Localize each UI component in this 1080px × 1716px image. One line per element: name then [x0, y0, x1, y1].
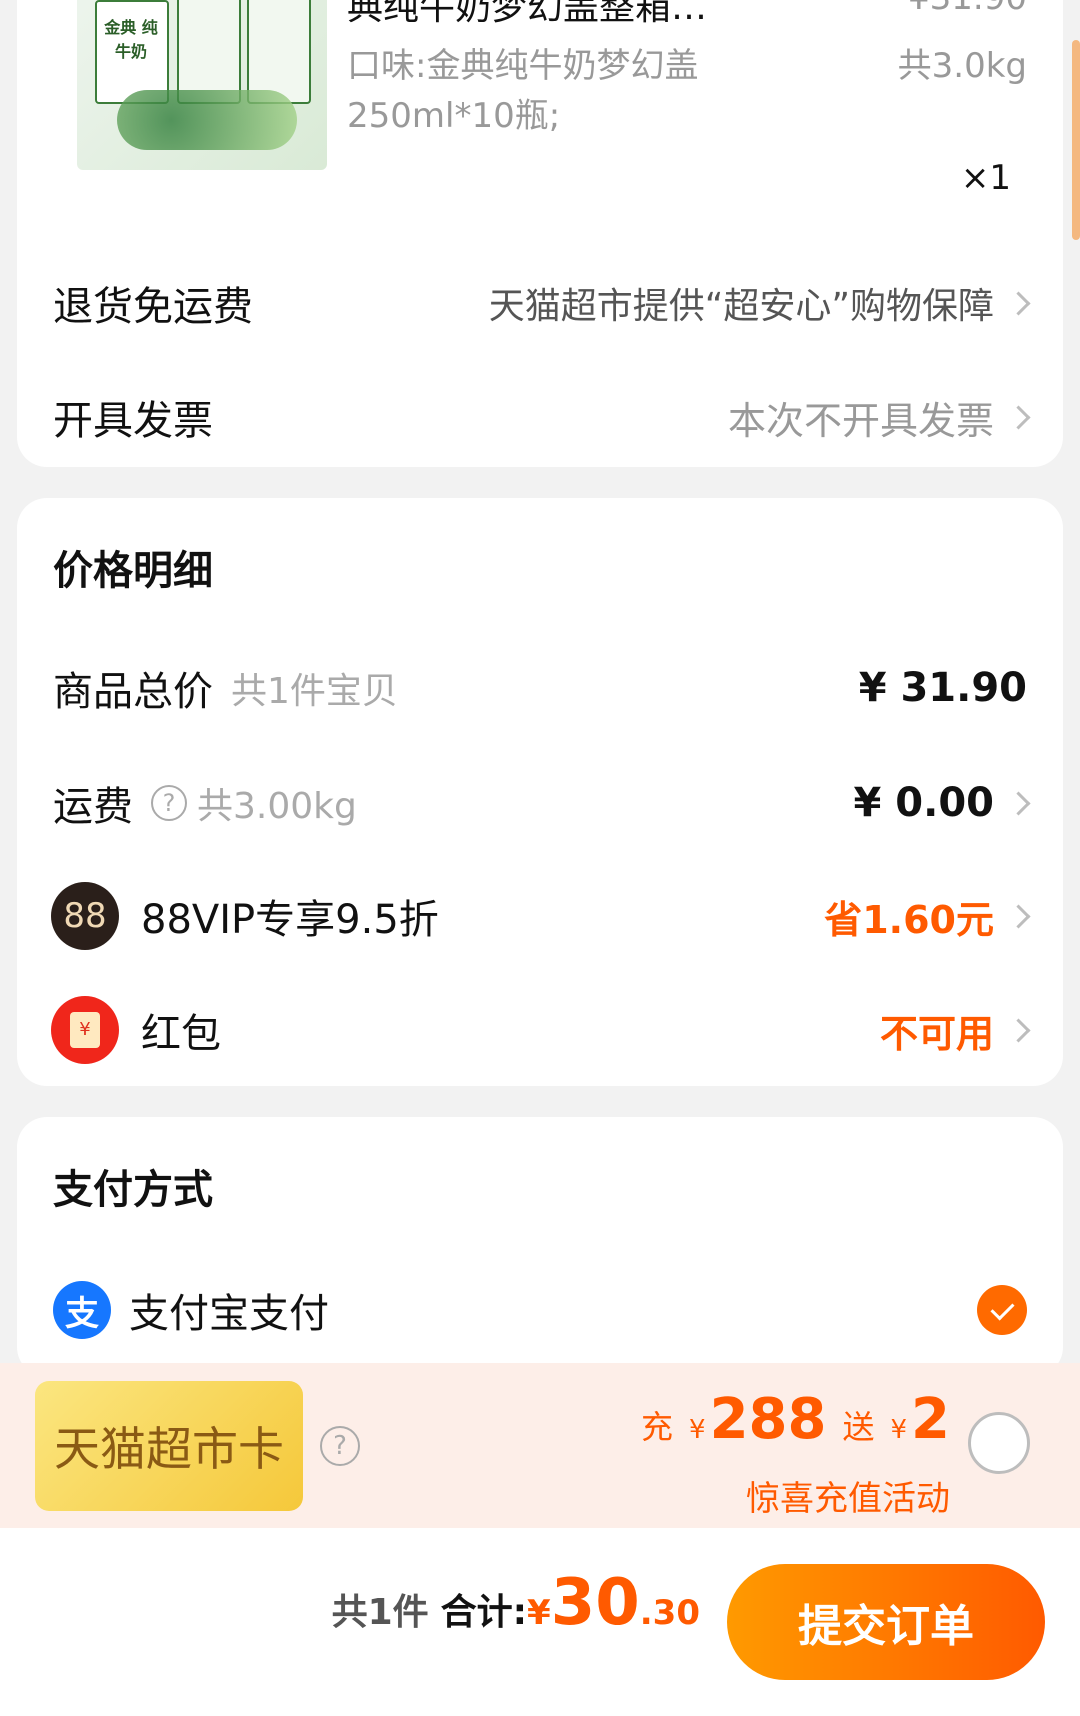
shipping-sub: 共3.00kg	[197, 786, 357, 827]
invoice-label: 开具发票	[53, 398, 213, 444]
invoice-row[interactable]: 开具发票 本次不开具发票	[17, 382, 1063, 452]
product-spec-2: 250ml*10瓶;	[347, 96, 561, 136]
charge-prefix: 充	[641, 1408, 674, 1446]
vip-discount-label: 88VIP专享9.5折	[141, 897, 439, 943]
scrollbar[interactable]	[1072, 40, 1080, 240]
product-quantity: ×1	[960, 158, 1011, 198]
bonus-amount: 2	[911, 1387, 950, 1452]
recharge-radio[interactable]	[968, 1412, 1030, 1474]
tmall-card-badge[interactable]: 天猫超市卡	[35, 1381, 303, 1511]
vip-discount-row[interactable]: 88 88VIP专享9.5折 省1.60元	[17, 878, 1063, 954]
promo-bar: 天猫超市卡 ? 充 ¥ 288 送 ¥ 2 惊喜充值活动	[0, 1363, 1080, 1528]
total-amount-int: 30	[550, 1566, 640, 1640]
total-price-sub: 共1件宝贝	[231, 671, 398, 712]
shipping-value: ¥ 0.00	[853, 780, 994, 826]
chevron-right-icon	[1006, 404, 1031, 430]
return-shipping-label: 退货免运费	[53, 284, 253, 330]
payment-card: 支付方式 支 支付宝支付	[17, 1117, 1063, 1377]
chevron-right-icon	[1006, 903, 1031, 929]
chevron-right-icon	[1006, 1017, 1031, 1043]
total-currency: ¥	[527, 1593, 551, 1633]
vip-88-icon: 88	[51, 882, 119, 950]
price-detail-card: 价格明细 商品总价 共1件宝贝 ¥ 31.90 运费 ? 共3.00kg ¥ 0…	[17, 498, 1063, 1086]
alipay-row[interactable]: 支 支付宝支付	[17, 1273, 1063, 1347]
total-price-row: 商品总价 共1件宝贝 ¥ 31.90	[17, 653, 1063, 723]
alipay-icon: 支	[53, 1281, 111, 1339]
total-price-value: ¥ 31.90	[858, 665, 1027, 711]
chevron-right-icon	[1006, 290, 1031, 316]
product-card: 金典 纯牛奶 典纯牛奶梦幻盖整箱… ¥31.90 口味:金典纯牛奶梦幻盖 250…	[17, 0, 1063, 467]
help-icon[interactable]: ?	[151, 785, 187, 821]
red-packet-row[interactable]: ¥ 红包 不可用	[17, 992, 1063, 1068]
vip-discount-value: 省1.60元	[824, 897, 994, 942]
product-weight: 共3.0kg	[897, 46, 1027, 86]
selected-check-icon[interactable]	[977, 1285, 1027, 1335]
help-icon[interactable]: ?	[320, 1426, 360, 1466]
red-packet-icon: ¥	[51, 996, 119, 1064]
bonus-prefix: 送	[842, 1408, 875, 1446]
return-shipping-row[interactable]: 退货免运费 天猫超市提供“超安心”购物保障	[17, 268, 1063, 338]
submit-order-label: 提交订单	[798, 1601, 974, 1652]
return-shipping-value: 天猫超市提供“超安心”购物保障	[488, 286, 994, 327]
total-price-label: 商品总价	[53, 669, 213, 715]
recharge-offer: 充 ¥ 288 送 ¥ 2	[641, 1387, 950, 1452]
order-summary: 共1件 合计: ¥ 30 .30	[332, 1566, 700, 1640]
total-label: 合计:	[440, 1592, 528, 1633]
recharge-activity-label: 惊喜充值活动	[746, 1479, 950, 1519]
charge-amount: 288	[709, 1387, 827, 1452]
bonus-currency: ¥	[890, 1415, 908, 1445]
alipay-label: 支付宝支付	[129, 1291, 329, 1337]
shipping-row[interactable]: 运费 ? 共3.00kg ¥ 0.00	[17, 768, 1063, 838]
total-amount-dec: .30	[639, 1593, 700, 1633]
charge-currency: ¥	[689, 1415, 706, 1445]
shipping-label: 运费	[53, 784, 133, 830]
price-detail-title: 价格明细	[53, 548, 213, 594]
product-image-label: 金典 纯牛奶	[104, 18, 158, 61]
submit-order-button[interactable]: 提交订单	[727, 1564, 1045, 1680]
tmall-card-label: 天猫超市卡	[54, 1422, 284, 1476]
invoice-value: 本次不开具发票	[727, 398, 994, 443]
watermark: 值值值 zhizhizhi.com	[846, 1684, 1068, 1709]
red-packet-value: 不可用	[879, 1011, 994, 1056]
payment-title: 支付方式	[53, 1167, 213, 1213]
chevron-right-icon	[1006, 790, 1031, 816]
product-price: ¥31.90	[908, 0, 1027, 18]
product-image[interactable]: 金典 纯牛奶	[77, 0, 327, 170]
product-spec: 口味:金典纯牛奶梦幻盖	[347, 46, 699, 86]
red-packet-label: 红包	[141, 1011, 221, 1057]
product-title[interactable]: 典纯牛奶梦幻盖整箱…	[347, 0, 707, 30]
bottom-bar: 共1件 合计: ¥ 30 .30 提交订单 值值值 zhizhizhi.com	[0, 1528, 1080, 1716]
item-count: 共1件	[331, 1592, 429, 1633]
